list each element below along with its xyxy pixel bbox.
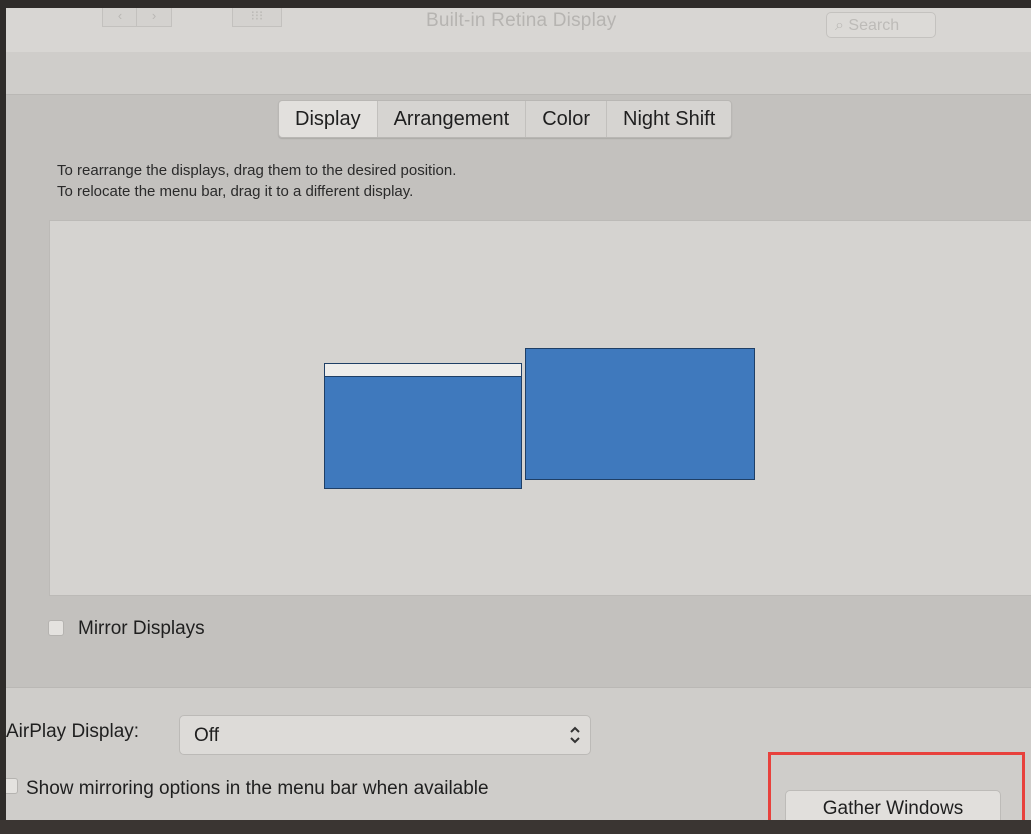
menu-bar-handle[interactable]: [325, 364, 521, 377]
instruction-line: To relocate the menu bar, drag it to a d…: [57, 183, 414, 200]
mirror-displays-label: Mirror Displays: [78, 618, 205, 639]
show-all-button[interactable]: ⁝⁝⁝: [232, 8, 282, 27]
gather-windows-button[interactable]: Gather Windows: [785, 790, 1001, 820]
back-button[interactable]: ‹: [102, 8, 138, 27]
instruction-line: To rearrange the displays, drag them to …: [57, 162, 457, 179]
chevron-updown-icon: [570, 726, 580, 744]
show-mirroring-checkbox[interactable]: [6, 778, 18, 794]
secondary-display-thumbnail[interactable]: [525, 348, 755, 480]
grid-icon: ⁝⁝⁝: [250, 8, 264, 23]
mirror-displays-checkbox[interactable]: [48, 620, 64, 636]
arrangement-canvas: [49, 220, 1031, 596]
window-toolbar: ‹ › ⁝⁝⁝ Built-in Retina Display ⌕ Search: [6, 8, 1031, 52]
airplay-display-value: Off: [194, 725, 219, 746]
display-preferences-window: ‹ › ⁝⁝⁝ Built-in Retina Display ⌕ Search…: [6, 8, 1031, 820]
arrangement-instructions: To rearrange the displays, drag them to …: [57, 160, 456, 202]
airplay-display-popup[interactable]: Off: [179, 715, 591, 755]
airplay-display-label: AirPlay Display:: [6, 721, 140, 742]
primary-display-thumbnail[interactable]: [324, 363, 522, 489]
show-mirroring-label: Show mirroring options in the menu bar w…: [26, 778, 489, 799]
forward-button[interactable]: ›: [136, 8, 172, 27]
tab-arrangement[interactable]: Arrangement: [378, 101, 527, 137]
background-desk: [0, 820, 1031, 834]
search-placeholder: Search: [848, 17, 900, 34]
tab-display[interactable]: Display: [279, 101, 378, 137]
search-icon: ⌕: [835, 17, 844, 34]
tab-color[interactable]: Color: [526, 101, 607, 137]
tab-night-shift[interactable]: Night Shift: [607, 101, 731, 137]
tab-bar: Display Arrangement Color Night Shift: [278, 100, 733, 138]
window-title: Built-in Retina Display: [426, 10, 617, 31]
search-field[interactable]: ⌕ Search: [826, 12, 936, 38]
chevron-left-icon: ‹: [117, 8, 123, 23]
chevron-right-icon: ›: [151, 8, 157, 23]
